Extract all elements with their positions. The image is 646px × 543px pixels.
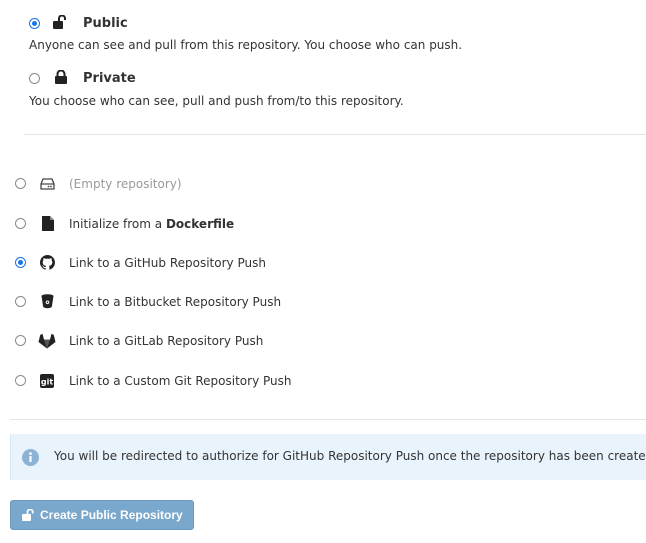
hard-drive-icon xyxy=(40,178,55,190)
init-custom-git-label: Link to a Custom Git Repository Push xyxy=(69,374,292,388)
file-icon xyxy=(42,216,54,231)
init-bitbucket-radio[interactable] xyxy=(15,296,26,307)
section-divider xyxy=(24,134,646,135)
unlock-icon xyxy=(53,15,66,29)
visibility-public-description: Anyone can see and pull from this reposi… xyxy=(29,38,463,52)
init-dockerfile-label: Initialize from a Dockerfile xyxy=(69,217,234,231)
visibility-private-radio[interactable] xyxy=(29,73,40,84)
info-icon xyxy=(22,449,39,466)
create-repository-button-label: Create Public Repository xyxy=(40,508,183,522)
init-empty-radio[interactable] xyxy=(15,178,26,189)
init-dockerfile-label-bold: Dockerfile xyxy=(165,217,235,231)
svg-text:git: git xyxy=(41,378,53,387)
bitbucket-icon xyxy=(41,294,54,309)
init-dockerfile-radio[interactable] xyxy=(15,218,26,229)
git-icon: git xyxy=(40,374,54,388)
create-repository-button[interactable]: Create Public Repository xyxy=(10,500,194,530)
visibility-public-label: Public xyxy=(83,16,128,31)
lock-icon xyxy=(55,70,67,84)
init-bitbucket-label: Link to a Bitbucket Repository Push xyxy=(69,295,282,309)
init-empty-label: (Empty repository) xyxy=(69,177,182,191)
info-banner: You will be redirected to authorize for … xyxy=(10,434,646,480)
init-github-label: Link to a GitHub Repository Push xyxy=(69,256,266,270)
visibility-public-radio[interactable] xyxy=(29,18,40,29)
visibility-private-description: You choose who can see, pull and push fr… xyxy=(29,94,404,108)
section-divider-bottom xyxy=(10,419,646,420)
init-custom-git-radio[interactable] xyxy=(15,375,26,386)
visibility-private-label: Private xyxy=(83,71,136,86)
unlock-icon xyxy=(22,509,34,521)
init-gitlab-radio[interactable] xyxy=(15,335,26,346)
init-gitlab-label: Link to a GitLab Repository Push xyxy=(69,334,264,348)
init-dockerfile-label-prefix: Initialize from a xyxy=(69,217,166,231)
gitlab-icon xyxy=(38,333,56,349)
init-github-radio[interactable] xyxy=(15,257,26,268)
github-icon xyxy=(40,255,55,270)
info-message: You will be redirected to authorize for … xyxy=(54,449,646,463)
